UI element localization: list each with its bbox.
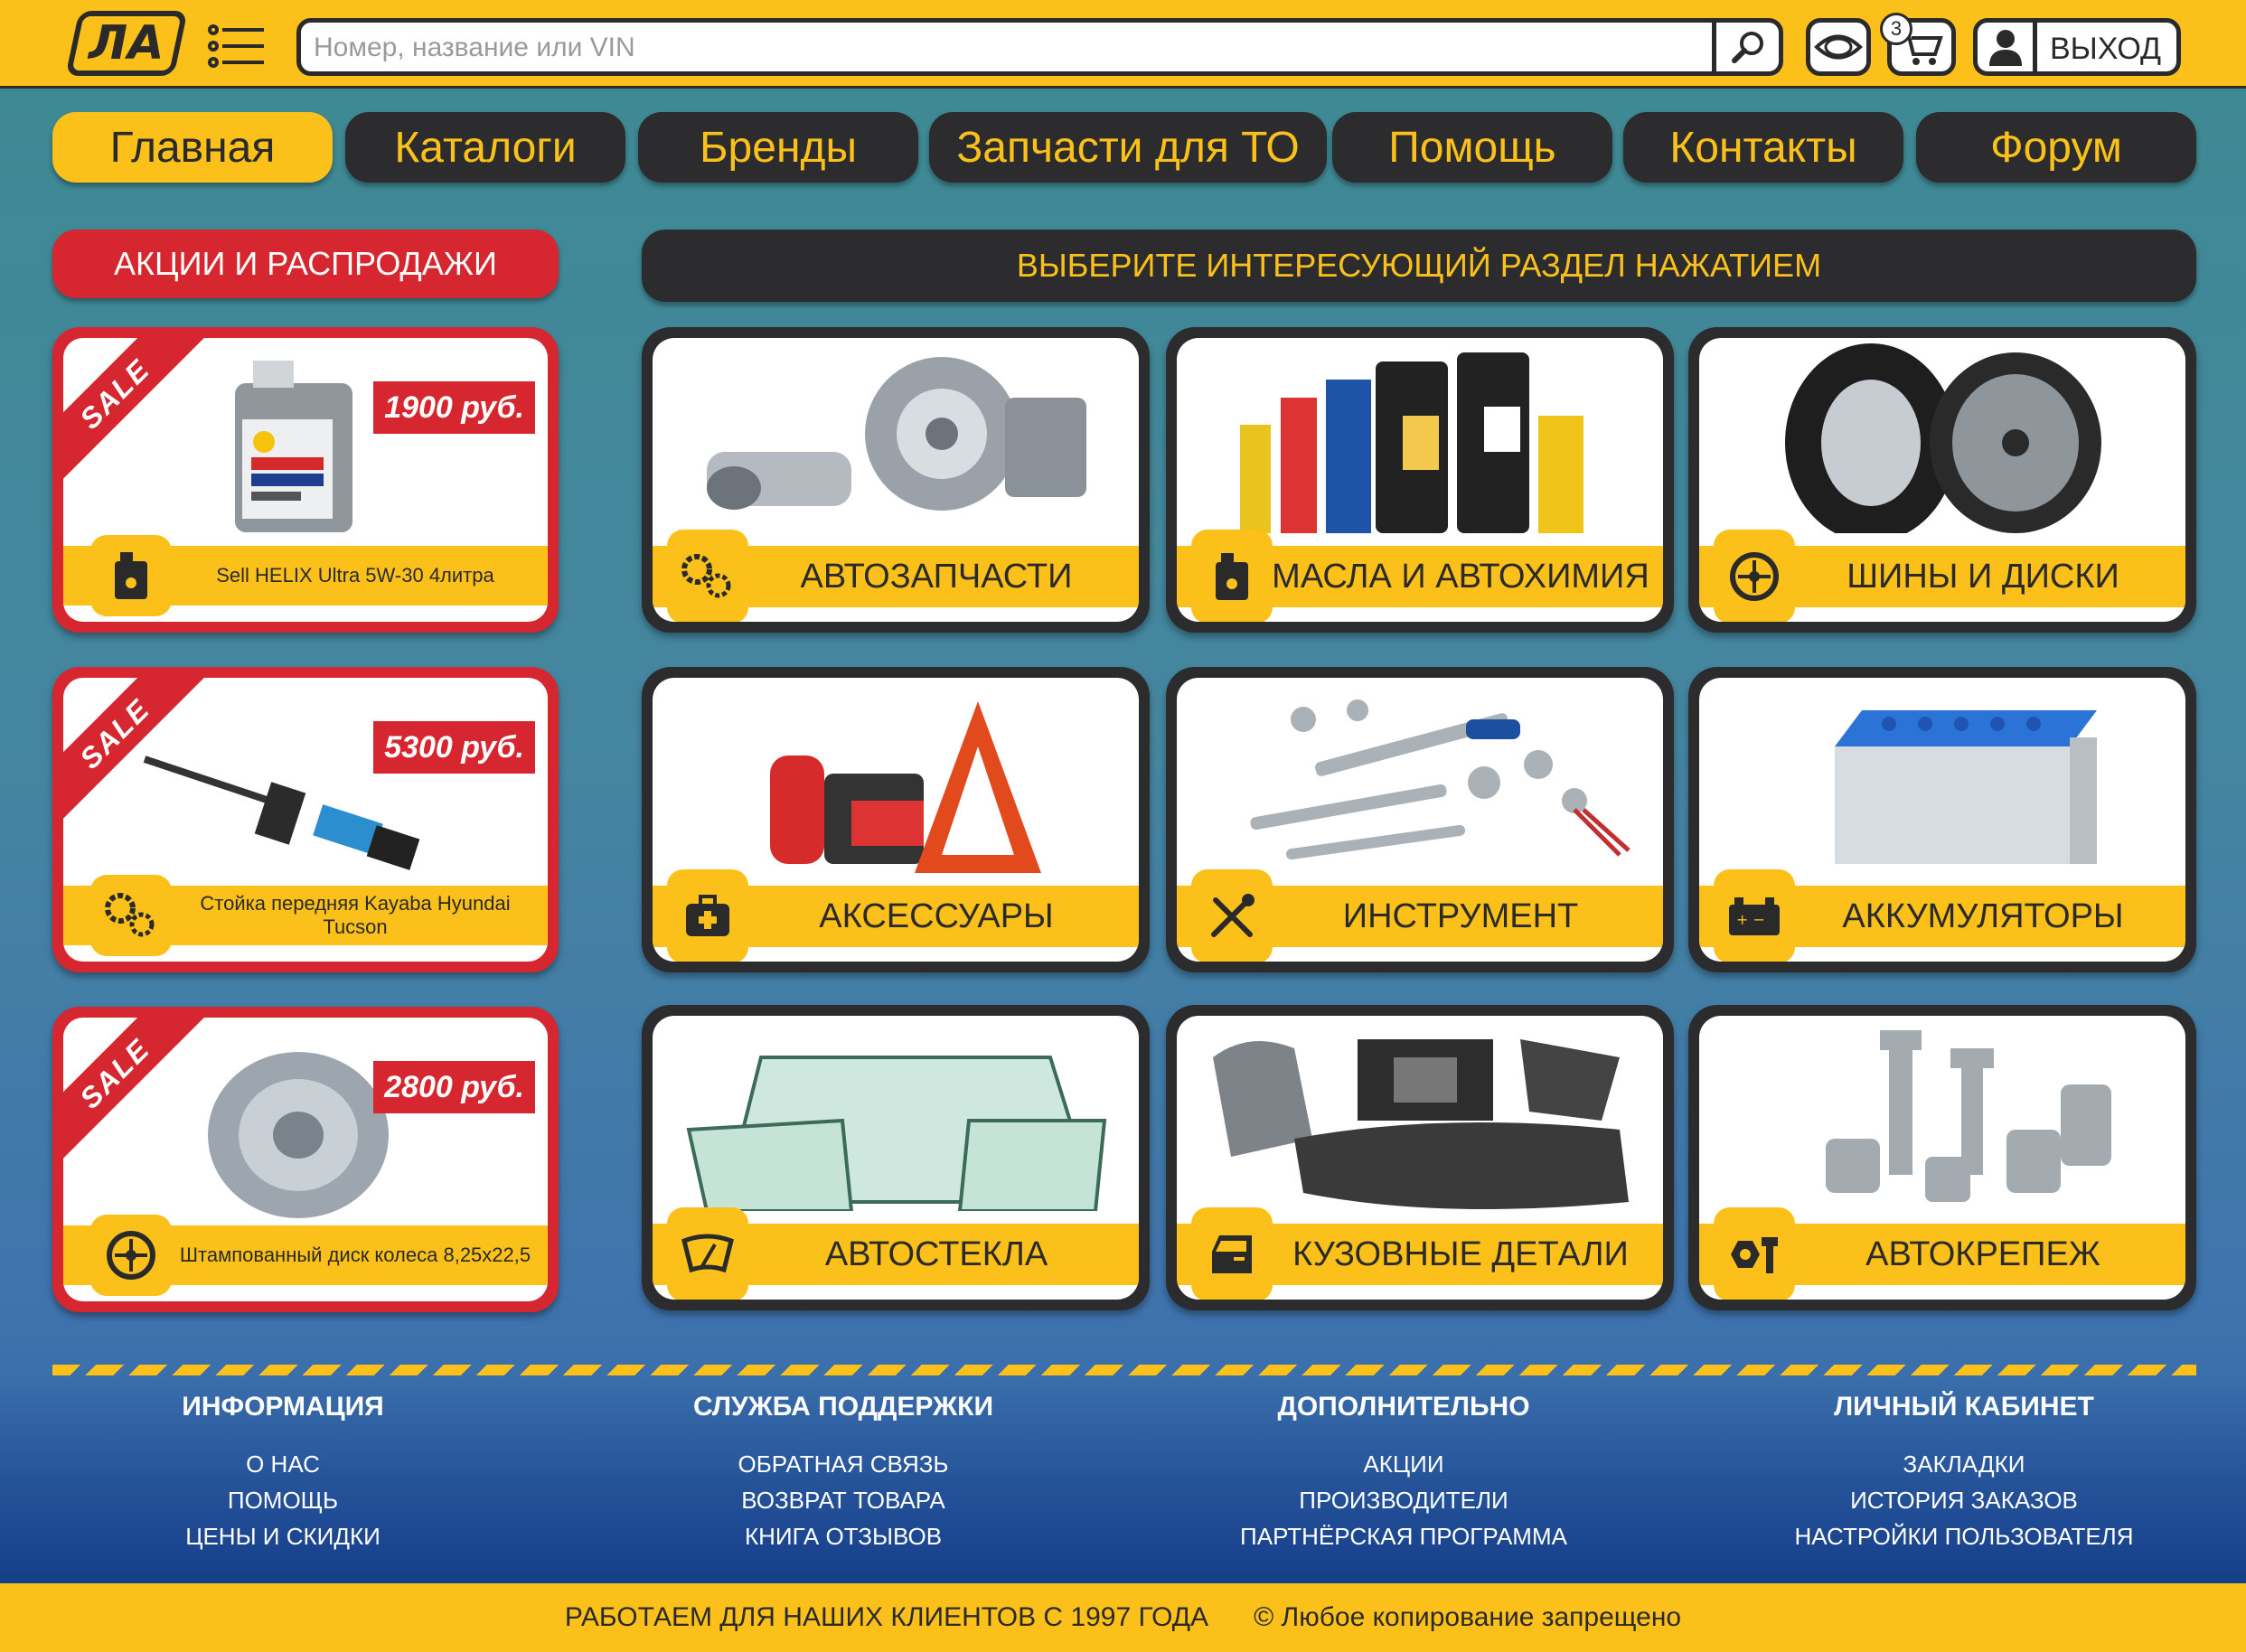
logout-label[interactable]: ВЫХОД <box>2050 32 2161 67</box>
fasteners-image <box>1826 1030 2111 1202</box>
category-card-glass[interactable]: АВТОСТЕКЛА <box>642 1005 1150 1310</box>
promo-price: 1900 руб. <box>373 381 535 434</box>
footer-link[interactable]: ОБРАТНАЯ СВЯЗЬ <box>617 1446 1069 1482</box>
tools-image <box>1250 699 1630 860</box>
nav-tab-help[interactable]: Помощь <box>1332 112 1612 183</box>
nav-tab-contacts[interactable]: Контакты <box>1623 112 1903 183</box>
footer-column-account: ЛИЧНЫЙ КАБИНЕТ ЗАКЛАДКИ ИСТОРИЯ ЗАКАЗОВ … <box>1738 1392 2190 1554</box>
footer-column-title: ЛИЧНЫЙ КАБИНЕТ <box>1834 1392 2094 1422</box>
category-card-tools[interactable]: ИНСТРУМЕНТ <box>1166 667 1674 972</box>
sale-ribbon: SALE <box>63 1018 205 1164</box>
battery-image <box>1835 710 2097 864</box>
nav-tab-brands[interactable]: Бренды <box>638 112 918 183</box>
category-label: АВТОЗАПЧАСТИ <box>800 557 1073 596</box>
footer-link[interactable]: НАСТРОЙКИ ПОЛЬЗОВАТЕЛЯ <box>1738 1518 2190 1554</box>
promo-price: 2800 руб. <box>373 1061 535 1113</box>
footer-stripe <box>52 1365 2196 1375</box>
logo-text: ЛА <box>89 16 164 70</box>
windshield-icon <box>667 1207 748 1300</box>
footer-link[interactable]: О НАС <box>57 1446 509 1482</box>
category-label: ШИНЫ И ДИСКИ <box>1847 557 2119 596</box>
footer-link[interactable]: ВОЗВРАТ ТОВАРА <box>617 1482 1069 1518</box>
category-label: КУЗОВНЫЕ ДЕТАЛИ <box>1292 1234 1629 1273</box>
copyright-notice: © Любое копирование запрещено <box>1254 1602 1682 1632</box>
footer-link[interactable]: АКЦИИ <box>1178 1446 1630 1482</box>
promo-price: 5300 руб. <box>373 721 535 774</box>
oil-canister-image <box>235 361 352 532</box>
promo-title: Стойка передняя Kayaba Hyundai Tucson <box>200 892 511 938</box>
footer-link[interactable]: ПРОИЗВОДИТЕЛИ <box>1178 1482 1630 1518</box>
bolt-nut-icon <box>1714 1207 1795 1300</box>
menu-icon[interactable] <box>208 23 266 69</box>
categories-heading: ВЫБЕРИТЕ ИНТЕРЕСУЮЩИЙ РАЗДЕЛ НАЖАТИЕМ <box>642 230 2196 302</box>
oil-can-icon <box>90 535 172 616</box>
first-aid-icon <box>667 869 748 962</box>
promo-title: Sell HELIX Ultra 5W-30 4литра <box>216 564 494 587</box>
footer-column-extra: ДОПОЛНИТЕЛЬНО АКЦИИ ПРОИЗВОДИТЕЛИ ПАРТНЁ… <box>1178 1392 1630 1554</box>
footer-link[interactable]: КНИГА ОТЗЫВОВ <box>617 1518 1069 1554</box>
tires-image <box>1785 343 2101 533</box>
eye-icon <box>1814 34 1863 60</box>
footer-column-title: ДОПОЛНИТЕЛЬНО <box>1277 1392 1530 1422</box>
category-card-accessories[interactable]: АКСЕССУАРЫ <box>642 667 1150 972</box>
account-logout[interactable]: ВЫХОД <box>1973 18 2181 76</box>
promo-card[interactable]: SALE 1900 руб. Sell HELIX Ultra 5W-30 4л… <box>52 327 559 633</box>
category-card-tires[interactable]: ШИНЫ И ДИСКИ <box>1688 327 2196 633</box>
search-icon <box>1731 32 1763 63</box>
wheel-icon <box>90 1215 172 1296</box>
search-box <box>296 18 1783 76</box>
body-parts-image <box>1213 1039 1629 1209</box>
gears-icon <box>90 875 172 956</box>
glass-image <box>686 1056 1107 1211</box>
promo-card[interactable]: SALE 5300 руб. Стойка передняя Kayaba Hy… <box>52 667 559 972</box>
footer-link[interactable]: ЗАКЛАДКИ <box>1738 1446 2190 1482</box>
footer-column-support: СЛУЖБА ПОДДЕРЖКИ ОБРАТНАЯ СВЯЗЬ ВОЗВРАТ … <box>617 1392 1069 1554</box>
category-label: АКСЕССУАРЫ <box>819 896 1054 935</box>
category-label: АВТОСТЕКЛА <box>824 1234 1048 1273</box>
view-button[interactable] <box>1806 18 1871 76</box>
oils-image <box>1240 352 1583 533</box>
nav-tab-catalogs[interactable]: Каталоги <box>345 112 625 183</box>
footer-slogan: РАБОТАЕМ ДЛЯ НАШИХ КЛИЕНТОВ С 1997 ГОДА <box>564 1602 1209 1632</box>
category-card-autoparts[interactable]: АВТОЗАПЧАСТИ <box>642 327 1150 633</box>
footer-column-info: ИНФОРМАЦИЯ О НАС ПОМОЩЬ ЦЕНЫ И СКИДКИ <box>57 1392 509 1554</box>
nav-tab-forum[interactable]: Форум <box>1916 112 2196 183</box>
footer-column-title: СЛУЖБА ПОДДЕРЖКИ <box>692 1392 994 1422</box>
footer-link[interactable]: ЦЕНЫ И СКИДКИ <box>57 1518 509 1554</box>
wheel-icon <box>1714 530 1795 622</box>
category-card-body-parts[interactable]: КУЗОВНЫЕ ДЕТАЛИ <box>1166 1005 1674 1310</box>
search-input[interactable] <box>314 30 1715 66</box>
category-label: АВТОКРЕПЕЖ <box>1865 1234 2100 1273</box>
gears-icon <box>667 530 748 622</box>
footer-column-title: ИНФОРМАЦИЯ <box>182 1392 384 1422</box>
tools-icon <box>1191 869 1273 962</box>
category-label: ИНСТРУМЕНТ <box>1342 896 1579 935</box>
sale-ribbon: SALE <box>63 338 205 484</box>
category-label: МАСЛА И АВТОХИМИЯ <box>1272 557 1649 596</box>
footer-link[interactable]: ПОМОЩЬ <box>57 1482 509 1518</box>
search-button[interactable] <box>1712 23 1779 71</box>
promos-heading: АКЦИИ И РАСПРОДАЖИ <box>52 230 559 298</box>
bottom-bar: РАБОТАЕМ ДЛЯ НАШИХ КЛИЕНТОВ С 1997 ГОДА … <box>0 1583 2246 1652</box>
category-card-oils[interactable]: МАСЛА И АВТОХИМИЯ <box>1166 327 1674 633</box>
top-bar: ЛА 3 ВЫХОД <box>0 0 2246 89</box>
footer-link[interactable]: ИСТОРИЯ ЗАКАЗОВ <box>1738 1482 2190 1518</box>
category-label: АККУМУЛЯТОРЫ <box>1842 896 2124 935</box>
nav-tab-home[interactable]: Главная <box>52 112 333 183</box>
footer-link[interactable]: ПАРТНЁРСКАЯ ПРОГРАММА <box>1178 1518 1630 1554</box>
site-logo[interactable]: ЛА <box>65 11 188 76</box>
nav-tab-maintenance-parts[interactable]: Запчасти для ТО <box>929 112 1327 183</box>
promo-title: Штампованный диск колеса 8,25x22,5 <box>179 1244 531 1266</box>
accessories-image <box>770 701 1041 873</box>
cart-count-badge: 3 <box>1880 13 1912 45</box>
oil-can-icon <box>1191 530 1273 622</box>
promo-card[interactable]: SALE 2800 руб. Штампованный диск колеса … <box>52 1007 559 1312</box>
autoparts-image <box>707 357 1086 511</box>
category-card-fasteners[interactable]: АВТОКРЕПЕЖ <box>1688 1005 2196 1310</box>
user-icon[interactable] <box>1978 23 2037 71</box>
category-card-batteries[interactable]: + − АККУМУЛЯТОРЫ <box>1688 667 2196 972</box>
svg-text:+ −: + − <box>1736 911 1765 928</box>
battery-icon: + − <box>1714 869 1795 962</box>
car-door-icon <box>1191 1207 1273 1300</box>
